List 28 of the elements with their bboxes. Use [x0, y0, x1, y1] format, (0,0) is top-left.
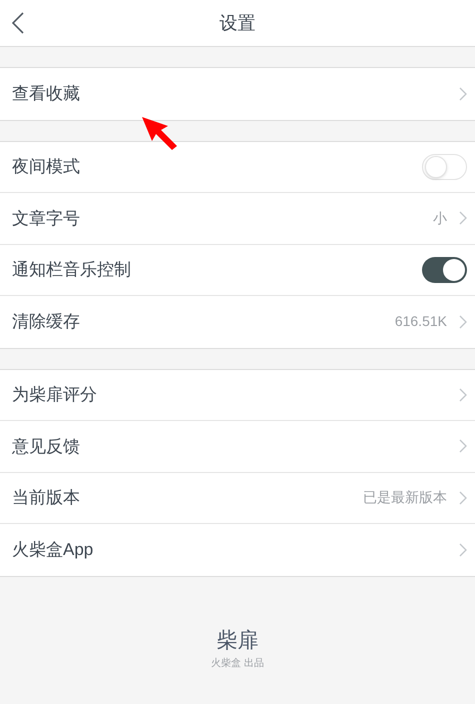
toggle-switch[interactable] [422, 256, 467, 283]
chevron-right-icon [459, 439, 467, 454]
row-label: 清除缓存 [12, 311, 81, 333]
row-label: 通知栏音乐控制 [12, 259, 132, 281]
chevron-right-icon [459, 211, 467, 226]
row-label: 为柴扉评分 [12, 384, 98, 406]
row-value: 已是最新版本 [363, 488, 447, 508]
settings-row[interactable]: 通知栏音乐控制 [0, 244, 475, 296]
row-label: 火柴盒App [12, 539, 94, 561]
chevron-right-icon [459, 86, 467, 101]
row-value: 小 [433, 208, 447, 228]
chevron-right-icon [459, 542, 467, 557]
row-label: 意见反馈 [12, 436, 81, 458]
cursor-arrow-icon [141, 116, 179, 151]
app-name: 柴扉 [216, 626, 258, 654]
chevron-right-icon [459, 314, 467, 329]
row-label: 当前版本 [12, 487, 81, 509]
back-icon[interactable] [12, 12, 24, 34]
chevron-right-icon [459, 490, 467, 505]
page-title: 设置 [220, 12, 256, 34]
row-label: 文章字号 [12, 208, 81, 230]
settings-row[interactable]: 当前版本 已是最新版本 [0, 472, 475, 524]
toggle-switch[interactable] [422, 154, 467, 180]
row-label: 夜间模式 [12, 156, 81, 178]
row-value: 616.51K [394, 312, 447, 332]
app-credit: 火柴盒 出品 [211, 656, 264, 671]
chevron-right-icon [459, 388, 467, 402]
row-label: 查看收藏 [12, 83, 81, 105]
